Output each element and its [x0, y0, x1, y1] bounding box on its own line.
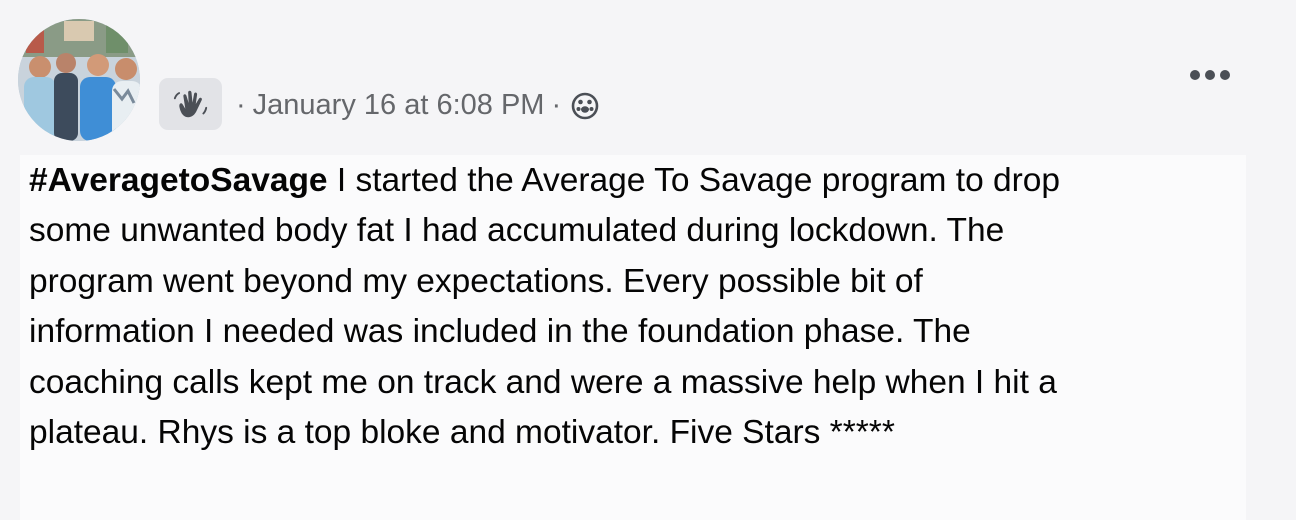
post-text-line: information I needed was included in the…: [29, 313, 971, 351]
post-meta: · January 16 at 6:08 PM ·: [229, 83, 600, 127]
post-timestamp[interactable]: January 16 at 6:08 PM: [253, 89, 545, 122]
group-audience-icon[interactable]: [570, 90, 600, 120]
profile-photo-group-icon: [18, 19, 140, 141]
more-options-button[interactable]: [1182, 58, 1238, 92]
post-text-line: program went beyond my expectations. Eve…: [29, 262, 923, 300]
post-text-segment: I started the Average To Savage program …: [327, 162, 1061, 199]
profile-avatar[interactable]: [18, 19, 140, 141]
hashtag-link[interactable]: #AveragetoSavage: [29, 162, 328, 199]
post-body-text: #AveragetoSavage I started the Average T…: [29, 156, 1259, 458]
post-text-line: plateau. Rhys is a top bloke and motivat…: [29, 414, 895, 452]
post-text-line: coaching calls kept me on track and were…: [29, 363, 1057, 401]
post-text-line: #AveragetoSavage I started the Average T…: [29, 156, 1259, 206]
meta-separator: ·: [551, 88, 562, 121]
post-card: · January 16 at 6:08 PM · #AveragetoSava…: [0, 0, 1296, 520]
waving-hand-icon: [173, 90, 207, 118]
more-options-icon: [1190, 70, 1230, 80]
waving-hand-badge[interactable]: [159, 78, 222, 130]
meta-separator: ·: [236, 88, 246, 121]
post-text-line: some unwanted body fat I had accumulated…: [29, 212, 1005, 250]
